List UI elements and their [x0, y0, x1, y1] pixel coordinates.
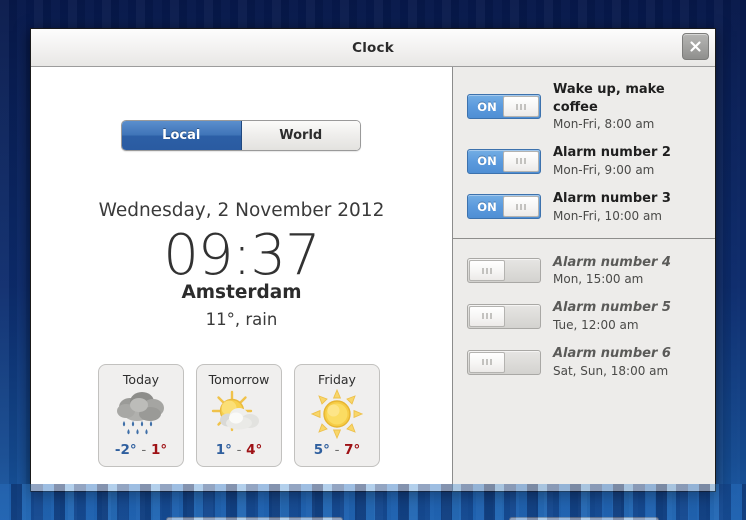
forecast-temps: 5° - 7° [314, 442, 361, 458]
active-alarms-group: ON Wake up, make coffee Mon-Fri, 8:00 am [453, 75, 715, 230]
tab-local[interactable]: Local [122, 121, 242, 150]
rain-cloud-icon [112, 389, 170, 439]
forecast-card-tomorrow[interactable]: Tomorrow 1° - 4° [196, 364, 282, 467]
alarm-schedule: Mon-Fri, 10:00 am [553, 208, 662, 223]
alarm-schedule: Mon-Fri, 8:00 am [553, 117, 655, 132]
alarm-toggle-label: ON [477, 99, 497, 114]
forecast-low: 5° [313, 442, 330, 458]
clock-window: Clock Local World Wednesday, 2 November … [30, 28, 716, 520]
sun-icon [311, 389, 363, 439]
alarm-list: ON Wake up, make coffee Mon-Fri, 8:00 am [453, 67, 715, 385]
alarm-toggle-switch[interactable]: OFF [467, 258, 541, 284]
forecast-list: Today -2° - 1° Tomorrow 1° - 4° Friday 5… [98, 364, 380, 467]
alarm-schedule: Mon, 15:00 am [553, 272, 644, 287]
alarm-name: Alarm number 3 [553, 191, 671, 207]
window-body: Local World Wednesday, 2 November 2012 0… [31, 67, 715, 520]
alarm-info: Alarm number 3 Mon-Fri, 10:00 am [553, 190, 671, 224]
forecast-day-label: Friday [318, 372, 356, 387]
forecast-temps: 1° - 4° [216, 442, 263, 458]
local-clock-pane: Local World Wednesday, 2 November 2012 0… [31, 67, 453, 520]
forecast-dash: - [334, 442, 340, 458]
alarm-info: Alarm number 6 Sat, Sun, 18:00 am [553, 345, 671, 379]
alarm-toggle-label: ON [477, 154, 497, 169]
forecast-high: 7° [344, 442, 361, 458]
forecast-card-today[interactable]: Today -2° - 1° [98, 364, 184, 467]
forecast-high: 4° [246, 442, 263, 458]
close-icon [689, 40, 702, 53]
toggle-knob [469, 351, 505, 373]
alarm-schedule: Sat, Sun, 18:00 am [553, 363, 669, 378]
forecast-day-label: Tomorrow [208, 372, 270, 387]
alarm-name: Alarm number 6 [553, 346, 671, 362]
alarm-info: Alarm number 2 Mon-Fri, 9:00 am [553, 144, 671, 178]
alarm-name: Alarm number 2 [553, 145, 671, 161]
alarm-row[interactable]: ON Alarm number 2 Mon-Fri, 9:00 am [453, 138, 715, 184]
alarm-row[interactable]: OFF Alarm number 5 Tue, 12:00 am [453, 293, 715, 339]
alarm-toggle-switch[interactable]: ON [467, 194, 541, 220]
alarm-name: Alarm number 5 [553, 300, 671, 316]
toggle-knob [503, 196, 539, 218]
city-name: Amsterdam [181, 282, 302, 303]
alarm-row[interactable]: OFF Alarm number 4 Mon, 15:00 am [453, 248, 715, 294]
alarm-row[interactable]: ON Wake up, make coffee Mon-Fri, 8:00 am [453, 75, 715, 138]
window-titlebar: Clock [31, 29, 715, 67]
alarm-info: Wake up, make coffee Mon-Fri, 8:00 am [553, 81, 705, 132]
toggle-knob [503, 96, 539, 118]
forecast-temps: -2° - 1° [115, 442, 167, 458]
alarm-info: Alarm number 5 Tue, 12:00 am [553, 299, 671, 333]
desktop-background: Clock Local World Wednesday, 2 November … [0, 0, 746, 520]
current-date: Wednesday, 2 November 2012 [98, 200, 385, 221]
forecast-low: 1° [215, 442, 232, 458]
window-title: Clock [352, 39, 394, 56]
forecast-dash: - [141, 442, 147, 458]
alarms-pane: ON Wake up, make coffee Mon-Fri, 8:00 am [453, 67, 715, 520]
alarm-schedule: Mon-Fri, 9:00 am [553, 162, 655, 177]
tab-world[interactable]: World [241, 121, 360, 150]
alarm-name: Alarm number 4 [553, 254, 671, 270]
alarm-toggle-label: ON [477, 199, 497, 214]
current-conditions: 11°, rain [205, 310, 278, 329]
alarm-toggle-switch[interactable]: ON [467, 148, 541, 174]
alarm-toggle-switch[interactable]: OFF [467, 349, 541, 375]
forecast-high: 1° [150, 442, 168, 458]
current-time: 09:37 [163, 223, 320, 288]
toggle-knob [503, 150, 539, 172]
alarm-info: Alarm number 4 Mon, 15:00 am [553, 254, 671, 288]
forecast-day-label: Today [122, 372, 160, 387]
alarm-toggle-switch[interactable]: OFF [467, 303, 541, 329]
forecast-low: -2° [114, 442, 137, 458]
alarm-name: Wake up, make coffee [553, 82, 665, 115]
view-tabs: Local World [121, 120, 361, 151]
close-button[interactable] [682, 33, 709, 60]
toggle-knob [469, 305, 505, 327]
toggle-knob [469, 260, 505, 282]
inactive-alarms-group: OFF Alarm number 4 Mon, 15:00 am [453, 237, 715, 385]
alarm-row[interactable]: OFF Alarm number 6 Sat, Sun, 18:00 am [453, 339, 715, 385]
alarm-row[interactable]: ON Alarm number 3 Mon-Fri, 10:00 am [453, 184, 715, 230]
alarm-schedule: Tue, 12:00 am [553, 318, 639, 333]
forecast-dash: - [236, 442, 242, 458]
forecast-card-friday[interactable]: Friday 5° - 7° [294, 364, 380, 467]
alarm-toggle-switch[interactable]: ON [467, 94, 541, 120]
sun-behind-cloud-icon [208, 389, 270, 439]
